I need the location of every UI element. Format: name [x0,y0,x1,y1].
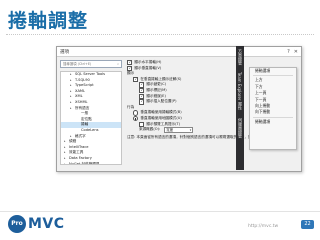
tree-item-label: XSHML [75,99,88,104]
menu-item[interactable]: 捲軸選項 [250,68,296,74]
option-label: 來源概觀(O): [139,127,161,132]
tree-item-label: 一般 [81,111,89,116]
checkbox[interactable]: ✓ [139,93,145,100]
tree-item-label: XAML [75,88,86,93]
source-overview-select[interactable]: 寬度 ▾ [164,126,194,134]
tree-item-label: IntelliTrace [69,144,89,149]
chevron-down-icon: ▾ [189,127,192,132]
context-menu: 捲軸選項 上方 下方 上一頁 下一頁 向上捲動 向下捲動 捲軸選項 [249,67,297,150]
help-icon[interactable]: ? [287,49,290,55]
menu-separator [253,116,293,118]
tree-item-label: 格式字 [75,133,86,138]
side-tab[interactable]: 伺服器總管 [237,118,243,138]
slide-title: 捲軸調整 [8,10,89,32]
side-tab[interactable]: 方案總管 [237,49,243,65]
logo-text: MVC [28,216,65,232]
menu-separator [253,75,293,77]
side-tool-tabs: 方案總管 Team Explorer 屬性伺服器總管 [236,46,244,170]
promvc-logo: Pro MVC [8,213,65,235]
options-tree[interactable]: ▸ SQL Server Tools ▸ T-SQL90 ▸ TypeScript ▸ XAM… [60,71,122,165]
close-icon[interactable]: ✕ [294,49,298,55]
tree-item-label: XML [75,94,83,99]
tree-item-label: SQL Server Tools [75,72,106,76]
tree-item-label: CodeLens [81,127,99,132]
footer-url[interactable]: http://mvc.tw [248,224,278,229]
tree-item-label: TypeScript [75,83,94,88]
checkbox[interactable]: ✓ [127,65,133,72]
tree-item-label: 效能工具 [69,150,84,155]
side-tab[interactable]: 屬性 [237,102,243,110]
select-value: 寬度 [166,127,173,132]
search-input[interactable]: 搜尋選項 (Ctrl+E) ⌕ [60,60,122,68]
dialog-titlebar: 選項 ? ✕ [57,47,301,57]
option-label: 顯示插入點位置(P) [146,99,177,104]
page-number: 22 [301,220,314,229]
tree-item-label: 定位點 [81,116,92,121]
footer-divider [0,211,320,212]
dialog-title: 選項 [60,49,69,55]
tree-item-label: Data Factory [69,155,92,160]
option-label: 顯示垂直捲軸(V) [134,65,162,70]
menu-item[interactable]: 捲軸選項 [250,119,296,125]
tree-item[interactable]: ▸ NuGet 封裝管理員 [61,161,121,165]
tree-item-label: NuGet 封裝管理員 [69,161,100,165]
title-divider [6,34,314,35]
window-buttons: ? ✕ [287,49,298,55]
checkbox[interactable] [139,121,145,128]
menu-item[interactable]: 向下捲動 [250,109,296,115]
search-placeholder: 搜尋選項 (Ctrl+E) [63,62,92,66]
logo-circle: Pro [8,215,26,233]
checkbox[interactable]: ✓ [139,82,145,88]
options-left-pane: 搜尋選項 (Ctrl+E) ⌕ ▸ SQL Server Tools ▸ T-SQL9… [60,60,122,168]
checkbox[interactable]: ✓ [139,99,145,105]
checkbox[interactable]: ✓ [139,88,145,94]
checkbox[interactable]: ✓ [127,60,133,66]
search-icon[interactable]: ⌕ [117,61,119,67]
tree-item-label: 偵錯 [69,139,77,144]
tree-item-label: T-SQL90 [75,77,90,82]
tree-item-label: 所有語言 [75,105,90,110]
side-tab[interactable]: Team Explorer [237,72,242,101]
tree-item-label: 捲軸 [81,122,89,127]
checkbox[interactable]: ✓ [133,76,139,83]
